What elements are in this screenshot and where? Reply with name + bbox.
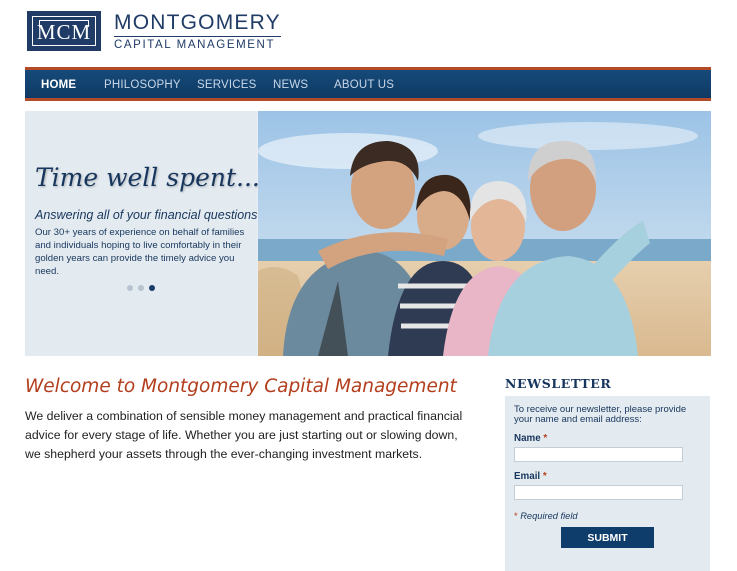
slider-dot-2[interactable] xyxy=(138,285,144,291)
required-marker: * xyxy=(542,471,547,482)
logo-subtitle: CAPITAL MANAGEMENT xyxy=(114,35,281,51)
email-input[interactable] xyxy=(514,485,683,500)
nav-item-services[interactable]: SERVICES xyxy=(197,79,257,91)
newsletter-intro: To receive our newsletter, please provid… xyxy=(514,404,687,425)
site-logo[interactable]: MCM MONTGOMERY CAPITAL MANAGEMENT xyxy=(27,10,281,52)
intro-paragraph: We deliver a combination of sensible mon… xyxy=(25,409,463,461)
newsletter-title: NEWSLETTER xyxy=(505,376,612,391)
nav-item-philosophy[interactable]: PHILOSOPHY xyxy=(104,79,181,91)
hero-subheading: Answering all of your financial question… xyxy=(35,208,258,222)
slider-dot-1[interactable] xyxy=(127,285,133,291)
logo-wordmark: MONTGOMERY CAPITAL MANAGEMENT xyxy=(114,10,281,51)
hero-body-text: Our 30+ years of experience on behalf of… xyxy=(35,227,245,277)
email-label-text: Email xyxy=(514,471,541,482)
required-note-text: Required field xyxy=(520,511,578,521)
nav-item-news[interactable]: NEWS xyxy=(273,79,308,91)
submit-button[interactable]: SUBMIT xyxy=(561,527,654,548)
required-field-note: * Required field xyxy=(514,511,578,521)
required-marker: * xyxy=(543,433,548,444)
slider-dots xyxy=(127,285,155,291)
nav-item-about-us[interactable]: ABOUT US xyxy=(334,79,394,91)
slider-dot-3[interactable] xyxy=(149,285,155,291)
hero-text-panel: Time well spent... Answering all of your… xyxy=(25,111,260,356)
nav-item-home[interactable]: HOME xyxy=(41,79,76,91)
logo-title: MONTGOMERY xyxy=(114,10,281,34)
mcm-logo-icon: MCM xyxy=(27,11,101,51)
newsletter-form: To receive our newsletter, please provid… xyxy=(505,396,710,571)
main-nav: HOME PHILOSOPHY SERVICES NEWS ABOUT US xyxy=(25,67,711,101)
hero-slider: Time well spent... Answering all of your… xyxy=(25,111,711,356)
welcome-heading: Welcome to Montgomery Capital Management xyxy=(25,376,457,397)
name-field-label: Name * xyxy=(514,433,547,444)
hero-family-photo xyxy=(258,111,711,356)
hero-headline: Time well spent... xyxy=(35,163,260,192)
name-input[interactable] xyxy=(514,447,683,462)
required-marker: * xyxy=(514,511,518,521)
name-label-text: Name xyxy=(514,433,541,444)
email-field-label: Email * xyxy=(514,471,547,482)
